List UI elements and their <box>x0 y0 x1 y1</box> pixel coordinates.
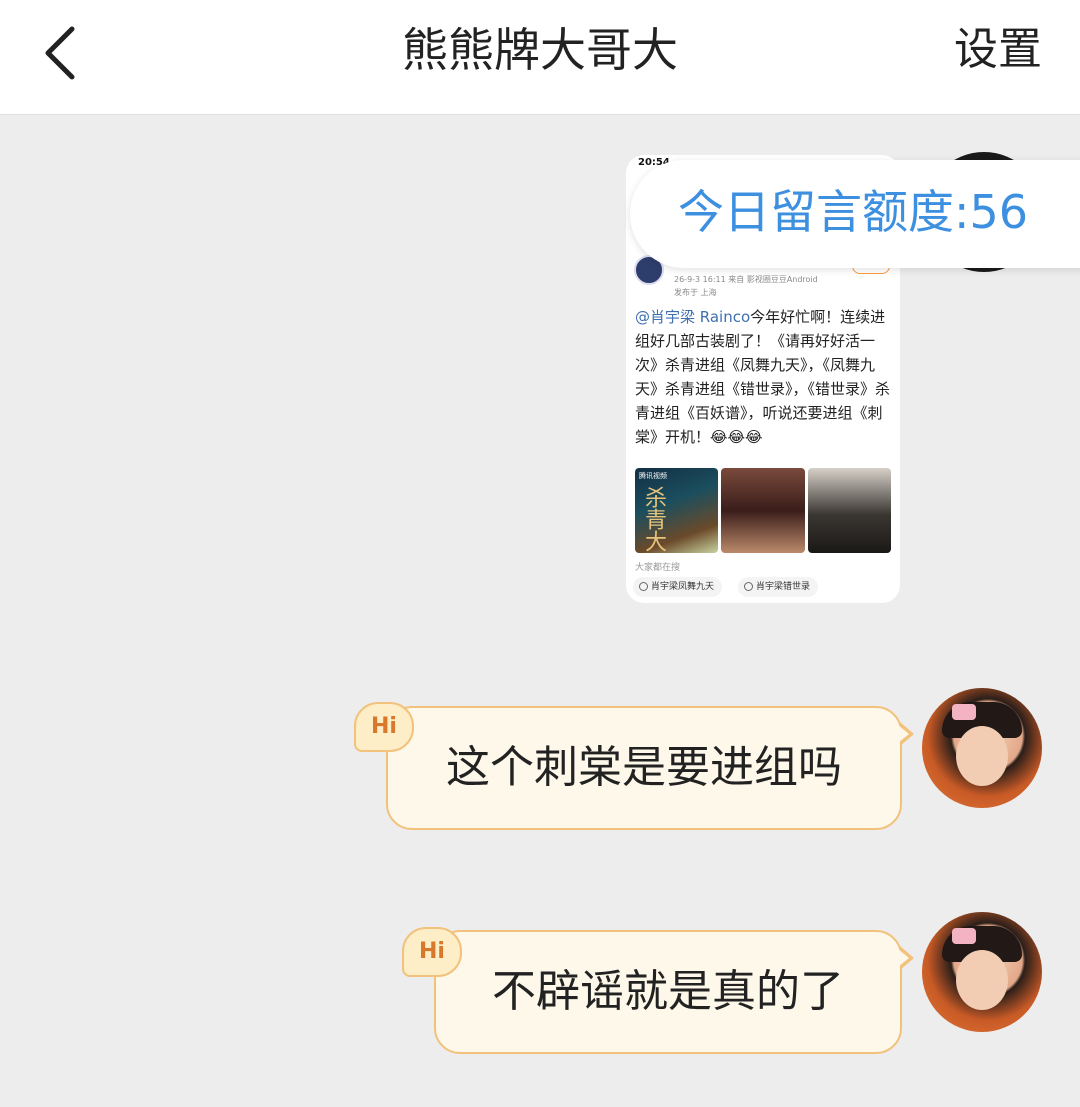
message-bubble[interactable]: 这个刺棠是要进组吗 <box>386 706 902 830</box>
screenshot-image-1: 腾讯视频 杀青大 <box>635 468 719 553</box>
message-text: 这个刺棠是要进组吗 <box>446 742 842 793</box>
screenshot-search-label: 大家都在搜 <box>635 563 681 573</box>
screenshot-image-2 <box>721 468 805 553</box>
avatar[interactable] <box>922 688 1042 808</box>
bubble-tail <box>898 722 914 746</box>
message-text: 不辟谣就是真的了 <box>492 966 844 1017</box>
hi-badge-icon: Hi <box>402 927 462 977</box>
screenshot-search-pill: 肖宇梁凤舞九天 <box>633 577 723 597</box>
quota-text: 今日留言额度:56 <box>678 185 1029 239</box>
screenshot-search-pill: 肖宇梁错世录 <box>738 577 819 597</box>
screenshot-post-meta: 26-9-3 16:11 来自 影视圈豆豆Android 发布于 上海 <box>674 275 818 297</box>
settings-button[interactable]: 设置 <box>954 20 1042 80</box>
screenshot-image-grid: 腾讯视频 杀青大 <box>635 468 891 553</box>
avatar[interactable] <box>922 912 1042 1032</box>
message-bubble[interactable]: 不辟谣就是真的了 <box>434 930 902 1054</box>
screenshot-image-3 <box>807 468 891 553</box>
hi-badge-icon: Hi <box>354 702 414 752</box>
bubble-tail <box>898 946 914 970</box>
screenshot-mention: @肖宇梁 Rainco <box>635 308 751 326</box>
chat-header: 熊熊牌大哥大 设置 <box>0 0 1080 115</box>
screenshot-post-text: @肖宇梁 Rainco今年好忙啊！连续进组好几部古装剧了！《请再好好活一次》杀青… <box>635 308 891 446</box>
chat-title: 熊熊牌大哥大 <box>402 23 678 77</box>
quota-banner: 今日留言额度:56 <box>630 160 1080 268</box>
